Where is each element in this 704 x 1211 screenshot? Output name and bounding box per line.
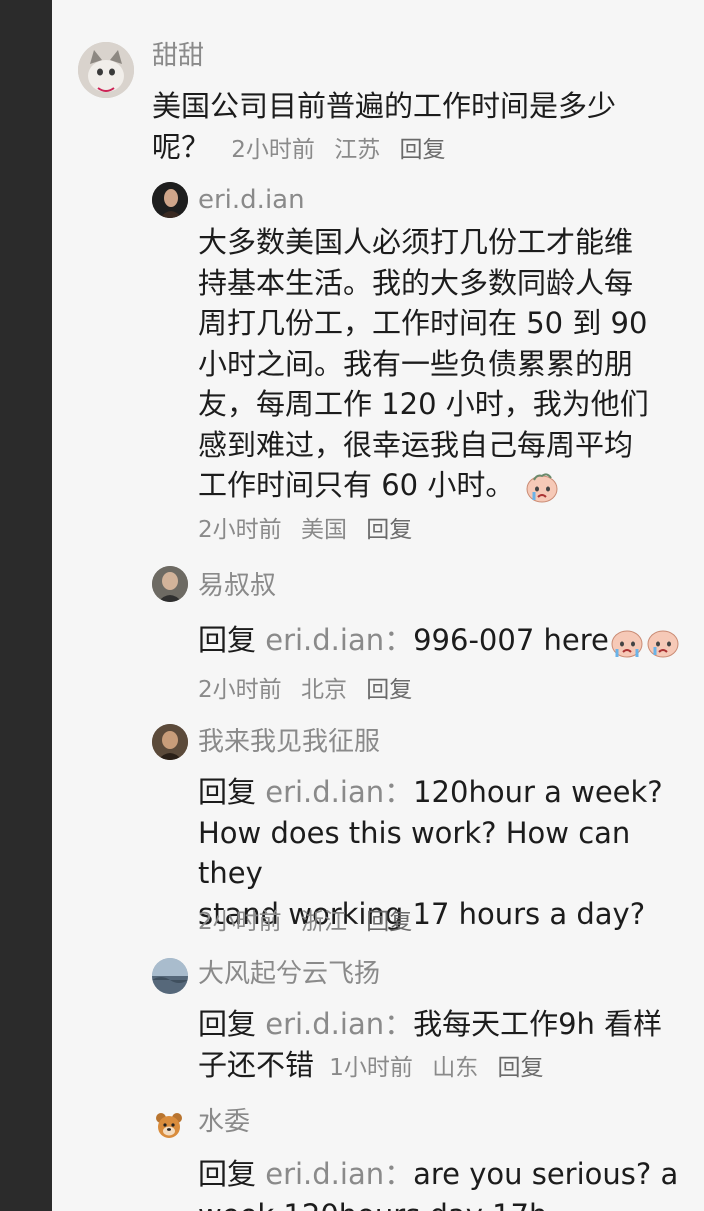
comments-panel: 甜甜 美国公司目前普遍的工作时间是多少 呢？ 2小时前 江苏 回复 eri.d.…: [52, 0, 704, 1211]
comment-location: 美国: [300, 517, 347, 543]
bear-icon: [156, 1113, 182, 1138]
reply-label: 回复: [198, 623, 257, 657]
comment-text: 回复 eri.d.ian：我每天工作9h 看样 子还不错 1小时前 山东 回复: [198, 1004, 698, 1088]
comment-location: 北京: [300, 677, 347, 703]
comment-location: 浙江: [300, 909, 347, 935]
comment-time: 2小时前: [198, 677, 282, 703]
reply-to-user[interactable]: eri.d.ian：: [265, 1007, 413, 1041]
comment-location: 山东: [432, 1054, 479, 1081]
comment-time: 2小时前: [198, 909, 282, 935]
comment-author[interactable]: 易叔叔: [198, 570, 276, 602]
crying-face-icon: [526, 473, 558, 503]
reply-button[interactable]: 回复: [400, 137, 446, 163]
reply-label: 回复: [198, 775, 257, 809]
crying-face-icon: [647, 630, 679, 658]
comment-text-line: 小时之间。我有一些负债累累的朋: [198, 346, 634, 381]
comment-text-line: 子还不错: [198, 1047, 315, 1082]
comment-text: 美国公司目前普遍的工作时间是多少 呢？ 2小时前 江苏 回复: [152, 86, 692, 170]
landscape-avatar-icon: [152, 958, 188, 994]
person-avatar-icon: [152, 724, 188, 760]
comment-time: 2小时前: [198, 517, 282, 543]
reply-label: 回复: [198, 1157, 257, 1191]
comment-text-line: 持基本生活。我的大多数同龄人每: [198, 265, 634, 300]
comment-text-line: How does this work? How can they: [198, 815, 631, 891]
avatar[interactable]: [152, 724, 188, 760]
comment-meta: 2小时前 美国 回复: [198, 510, 424, 544]
comment-author[interactable]: eri.d.ian: [198, 184, 305, 216]
avatar[interactable]: [78, 42, 134, 98]
crying-face-icon: [611, 630, 643, 658]
comment-text: 大多数美国人必须打几份工才能维 持基本生活。我的大多数同龄人每 周打几份工，工作…: [198, 222, 698, 506]
comment-text: 回复 eri.d.ian：996-007 here: [198, 620, 704, 661]
avatar[interactable]: [152, 958, 188, 994]
avatar[interactable]: [152, 566, 188, 602]
comment-text-line: 感到难过，很幸运我自己每周平均: [198, 427, 634, 462]
comment-time: 1小时前: [329, 1054, 413, 1081]
comment-author[interactable]: 水委: [198, 1106, 250, 1138]
comment-text: 回复 eri.d.ian：are you serious? a week 120…: [198, 1154, 698, 1211]
reply-button[interactable]: 回复: [498, 1055, 544, 1081]
comment-meta: 2小时前 北京 回复: [198, 670, 424, 704]
comment-text-line: 大多数美国人必须打几份工才能维: [198, 225, 634, 259]
comment-text-line: 呢？: [152, 129, 211, 164]
comment-text-line: 120hour a week?: [413, 775, 663, 809]
reply-label: 回复: [198, 1007, 257, 1041]
avatar[interactable]: [154, 1110, 184, 1140]
reply-button[interactable]: 回复: [366, 909, 412, 935]
comment-text-line: 周打几份工，工作时间在 50 到 90: [198, 306, 648, 340]
reply-button[interactable]: 回复: [366, 517, 412, 543]
comment-text-line: 996-007 here: [413, 623, 609, 657]
comment-author[interactable]: 我来我见我征服: [198, 726, 380, 758]
person-avatar-icon: [152, 182, 188, 218]
reply-to-user[interactable]: eri.d.ian：: [265, 775, 413, 809]
cat-avatar-icon: [78, 42, 134, 98]
comment-author[interactable]: 甜甜: [152, 40, 204, 72]
reply-to-user[interactable]: eri.d.ian：: [265, 1157, 413, 1191]
comment-text-line: 工作时间只有 60 小时。: [198, 468, 515, 502]
avatar[interactable]: [152, 182, 188, 218]
comment-text-line: week 120hours day 17h: [198, 1195, 698, 1211]
comment-text-line: are you serious? a: [413, 1157, 679, 1191]
person-avatar-icon: [152, 566, 188, 602]
reply-to-user[interactable]: eri.d.ian：: [265, 623, 413, 657]
comment-text-line: 友，每周工作 120 小时，我为他们: [198, 387, 649, 421]
comment-location: 江苏: [334, 136, 381, 163]
reply-button[interactable]: 回复: [366, 677, 412, 703]
comment-author[interactable]: 大风起兮云飞扬: [198, 958, 380, 990]
comment-text-line: 美国公司目前普遍的工作时间是多少: [152, 89, 617, 123]
comment-time: 2小时前: [231, 136, 315, 163]
comment-meta: 2小时前 浙江 回复: [198, 902, 424, 936]
comment-text-line: 我每天工作9h 看样: [413, 1007, 663, 1041]
